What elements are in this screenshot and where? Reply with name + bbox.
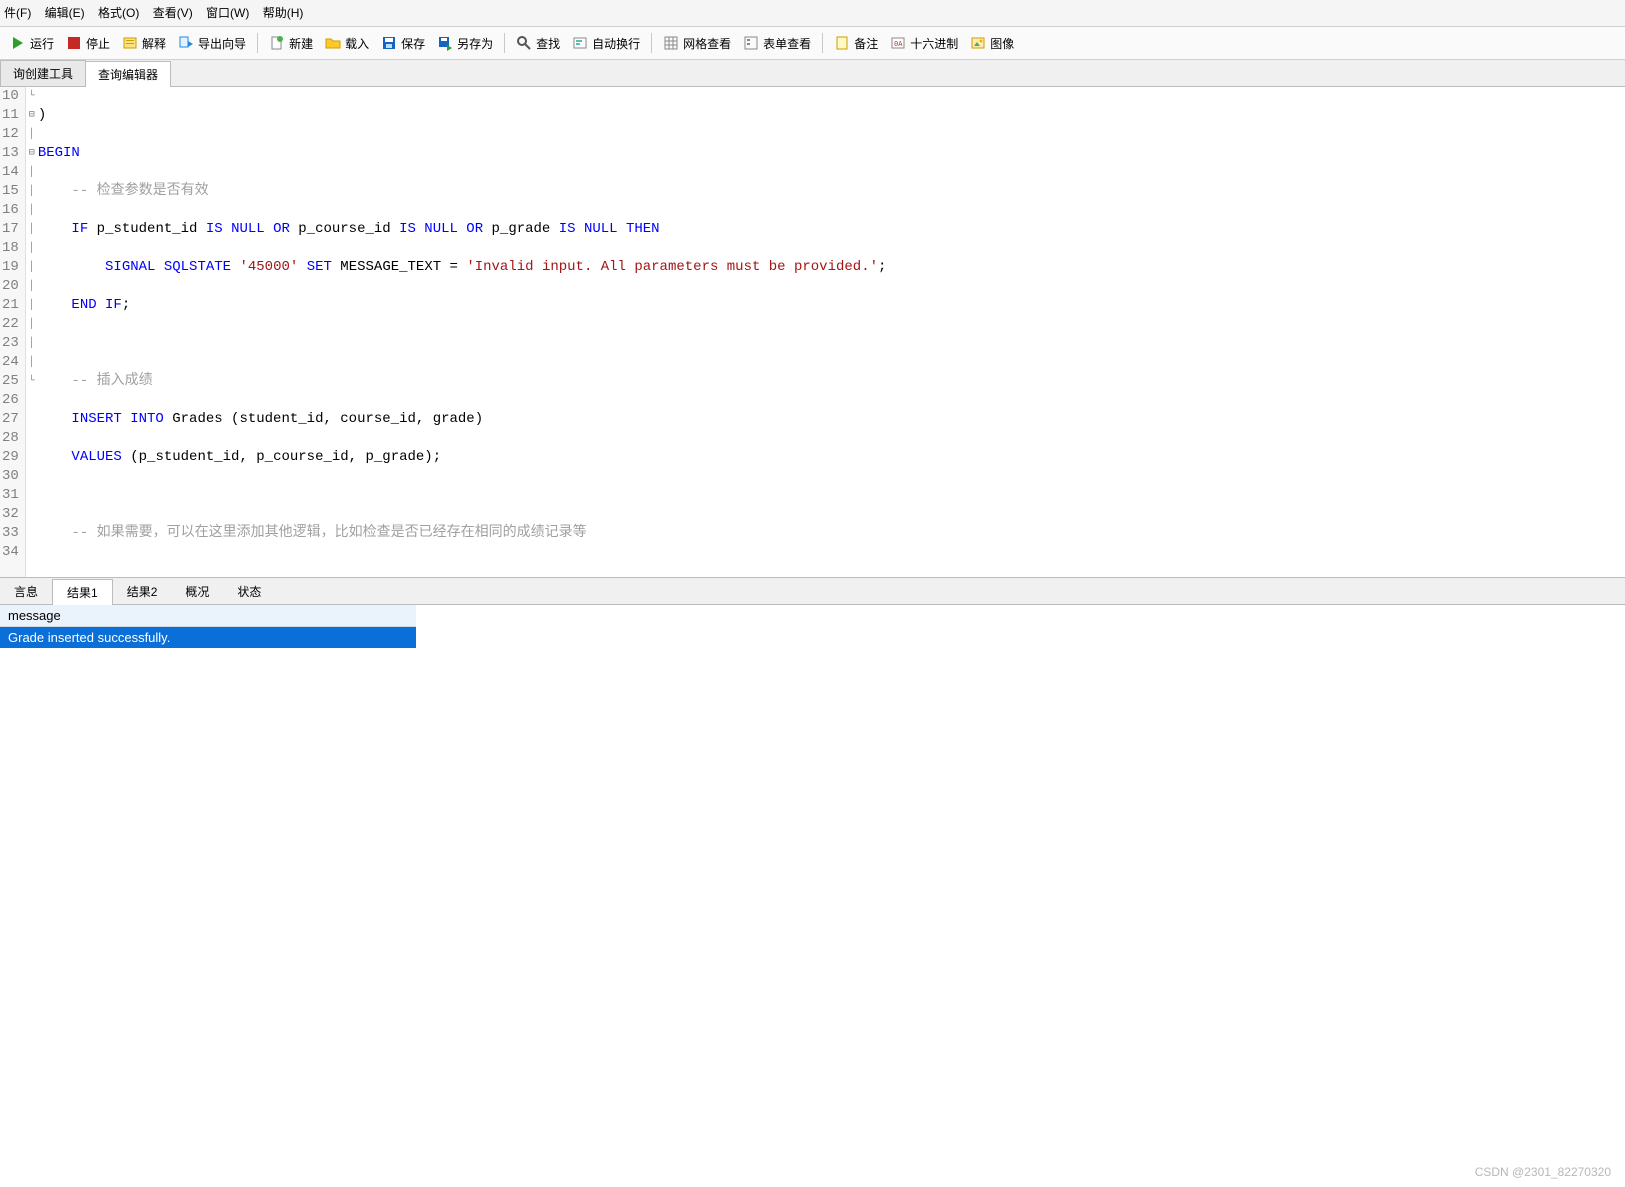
menu-format[interactable]: 格式(O): [98, 6, 139, 20]
folder-icon: [325, 35, 341, 51]
grid-icon: [663, 35, 679, 51]
image-label: 图像: [990, 35, 1014, 52]
toolbar-separator: [822, 33, 823, 53]
hex-label: 十六进制: [910, 35, 958, 52]
tab-result2[interactable]: 结果2: [113, 579, 172, 604]
grid-button[interactable]: 网格查看: [657, 32, 737, 54]
wrap-button[interactable]: 自动换行: [566, 32, 646, 54]
export-button[interactable]: 导出向导: [172, 32, 252, 54]
form-label: 表单查看: [763, 35, 811, 52]
hex-icon: 0A: [890, 35, 906, 51]
result-tabs: 言息 结果1 结果2 概况 状态: [0, 577, 1625, 605]
export-label: 导出向导: [198, 35, 246, 52]
tab-query-editor[interactable]: 查询编辑器: [85, 61, 171, 87]
menu-edit[interactable]: 编辑(E): [45, 6, 85, 20]
tab-info[interactable]: 言息: [0, 579, 52, 604]
stop-label: 停止: [86, 35, 110, 52]
form-icon: [743, 35, 759, 51]
result-grid[interactable]: message Grade inserted successfully.: [0, 605, 1625, 648]
load-label: 载入: [345, 35, 369, 52]
note-icon: [834, 35, 850, 51]
fold-gutter: └⊟│⊟│││││││││││└: [26, 87, 38, 577]
run-button[interactable]: 运行: [4, 32, 60, 54]
explain-icon: [122, 35, 138, 51]
new-label: 新建: [289, 35, 313, 52]
wrap-label: 自动换行: [592, 35, 640, 52]
toolbar-separator: [651, 33, 652, 53]
saveas-icon: [437, 35, 453, 51]
result-row[interactable]: Grade inserted successfully.: [0, 627, 416, 648]
menu-window[interactable]: 窗口(W): [206, 6, 249, 20]
save-button[interactable]: 保存: [375, 32, 431, 54]
stop-icon: [66, 35, 82, 51]
save-label: 保存: [401, 35, 425, 52]
tab-result1[interactable]: 结果1: [52, 579, 113, 605]
editor-tabs: 询创建工具 查询编辑器: [0, 60, 1625, 87]
grid-label: 网格查看: [683, 35, 731, 52]
export-icon: [178, 35, 194, 51]
column-header-message[interactable]: message: [0, 605, 416, 627]
toolbar: 运行 停止 解释 导出向导 新建 载入 保存 另存为 查找 自动换行 网格查看 …: [0, 27, 1625, 60]
explain-label: 解释: [142, 35, 166, 52]
run-label: 运行: [30, 35, 54, 52]
saveas-button[interactable]: 另存为: [431, 32, 499, 54]
explain-button[interactable]: 解释: [116, 32, 172, 54]
search-icon: [516, 35, 532, 51]
sql-editor[interactable]: 1011121314151617181920212223242526272829…: [0, 87, 1625, 577]
new-button[interactable]: 新建: [263, 32, 319, 54]
menu-view[interactable]: 查看(V): [153, 6, 193, 20]
toolbar-separator: [504, 33, 505, 53]
saveas-label: 另存为: [457, 35, 493, 52]
note-button[interactable]: 备注: [828, 32, 884, 54]
toolbar-separator: [257, 33, 258, 53]
line-gutter: 1011121314151617181920212223242526272829…: [0, 87, 26, 577]
menu-bar: 件(F) 编辑(E) 格式(O) 查看(V) 窗口(W) 帮助(H): [0, 0, 1625, 27]
tab-query-builder[interactable]: 询创建工具: [0, 60, 86, 86]
new-icon: [269, 35, 285, 51]
tab-status[interactable]: 状态: [223, 579, 275, 604]
code-area[interactable]: ) BEGIN -- 检查参数是否有效 IF p_student_id IS N…: [38, 87, 1625, 577]
form-button[interactable]: 表单查看: [737, 32, 817, 54]
find-label: 查找: [536, 35, 560, 52]
svg-text:0A: 0A: [894, 40, 903, 48]
find-button[interactable]: 查找: [510, 32, 566, 54]
load-button[interactable]: 载入: [319, 32, 375, 54]
save-icon: [381, 35, 397, 51]
image-button[interactable]: 图像: [964, 32, 1020, 54]
menu-help[interactable]: 帮助(H): [263, 6, 304, 20]
menu-file[interactable]: 件(F): [4, 6, 31, 20]
hex-button[interactable]: 0A 十六进制: [884, 32, 964, 54]
tab-overview[interactable]: 概况: [171, 579, 223, 604]
play-icon: [10, 35, 26, 51]
wrap-icon: [572, 35, 588, 51]
note-label: 备注: [854, 35, 878, 52]
image-icon: [970, 35, 986, 51]
watermark: CSDN @2301_82270320: [1475, 1165, 1611, 1179]
stop-button[interactable]: 停止: [60, 32, 116, 54]
